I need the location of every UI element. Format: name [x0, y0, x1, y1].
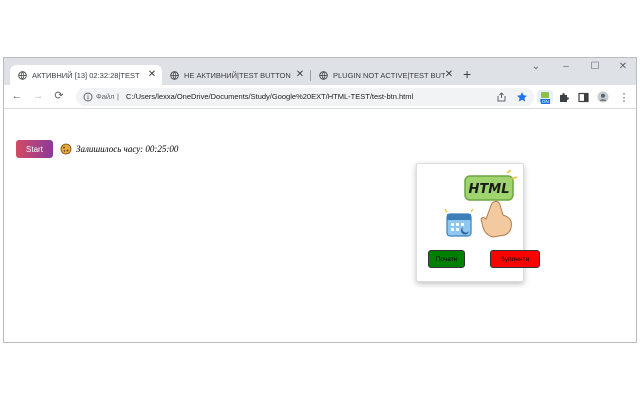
tab-active[interactable]: АКТИВНИЙ [13] 02:32:28|TEST B ✕ [10, 65, 162, 85]
reload-button[interactable]: ⟳ [52, 90, 66, 102]
globe-icon [319, 70, 328, 80]
page-content: Start Залишилось часу: 00:25:00 HTML Поч… [4, 110, 636, 342]
avatar-shape [597, 91, 609, 103]
browser-toolbar: ← → ⟳ Файл | C:/Users/lexxa/OneDrive/Doc… [4, 85, 636, 109]
tab-close-icon[interactable]: ✕ [294, 69, 306, 81]
new-tab-button[interactable]: + [463, 67, 471, 81]
popup-stop-button[interactable]: Зупинити [490, 250, 540, 268]
tab-close-icon[interactable]: ✕ [146, 69, 158, 81]
popup-start-button[interactable]: Почати [428, 250, 465, 268]
tab-title: PLUGIN NOT ACTIVE|TEST BUTTO [333, 70, 445, 80]
tab-inactive-2[interactable]: PLUGIN NOT ACTIVE|TEST BUTTO ✕ [311, 65, 459, 85]
extension-html-icon[interactable]: ON [537, 90, 553, 104]
extension-popup: HTML Почати Зупинити [416, 163, 540, 282]
minimize-button[interactable]: – [556, 61, 576, 72]
share-icon[interactable] [496, 92, 507, 102]
bookmark-star-icon[interactable] [516, 91, 528, 103]
close-window-button[interactable]: ✕ [613, 61, 633, 72]
menu-kebab-icon[interactable]: ⋮ [617, 90, 631, 104]
puzzle-shape [559, 92, 569, 102]
time-remaining-text: Залишилось часу: 00:25:00 [76, 144, 179, 154]
side-panel-shape [577, 92, 589, 102]
url-text: C:/Users/lexxa/OneDrive/Documents/Study/… [126, 92, 414, 101]
maximize-button[interactable]: ☐ [585, 61, 605, 72]
side-panel-icon[interactable] [576, 90, 590, 104]
extension-hero-illustration: HTML [445, 170, 518, 238]
html-logo-text: HTML [469, 182, 510, 197]
profile-avatar-icon[interactable] [596, 90, 610, 104]
globe-icon [18, 70, 27, 80]
globe-icon [170, 70, 179, 80]
tab-inactive-1[interactable]: НЕ АКТИВНИЙ|TEST BUTTON ✕ [162, 65, 310, 85]
forward-button[interactable]: → [31, 90, 45, 102]
back-button[interactable]: ← [10, 90, 24, 102]
info-icon[interactable] [83, 92, 93, 102]
extension-badge: ON [541, 99, 550, 104]
tab-search-icon[interactable]: ⌄ [526, 61, 546, 72]
tab-title: НЕ АКТИВНИЙ|TEST BUTTON [184, 70, 291, 80]
file-scheme-label: Файл [96, 92, 115, 101]
address-bar[interactable]: Файл | C:/Users/lexxa/OneDrive/Documents… [76, 88, 534, 106]
address-divider: | [117, 92, 119, 101]
tab-title: АКТИВНИЙ [13] 02:32:28|TEST B [32, 70, 142, 80]
cookie-icon [60, 143, 72, 155]
start-button[interactable]: Start [16, 140, 53, 158]
tab-close-icon[interactable]: ✕ [443, 69, 455, 81]
tab-strip: АКТИВНИЙ [13] 02:32:28|TEST B ✕ НЕ АКТИВ… [4, 58, 636, 85]
extensions-puzzle-icon[interactable] [556, 90, 570, 104]
browser-window: АКТИВНИЙ [13] 02:32:28|TEST B ✕ НЕ АКТИВ… [3, 57, 637, 343]
